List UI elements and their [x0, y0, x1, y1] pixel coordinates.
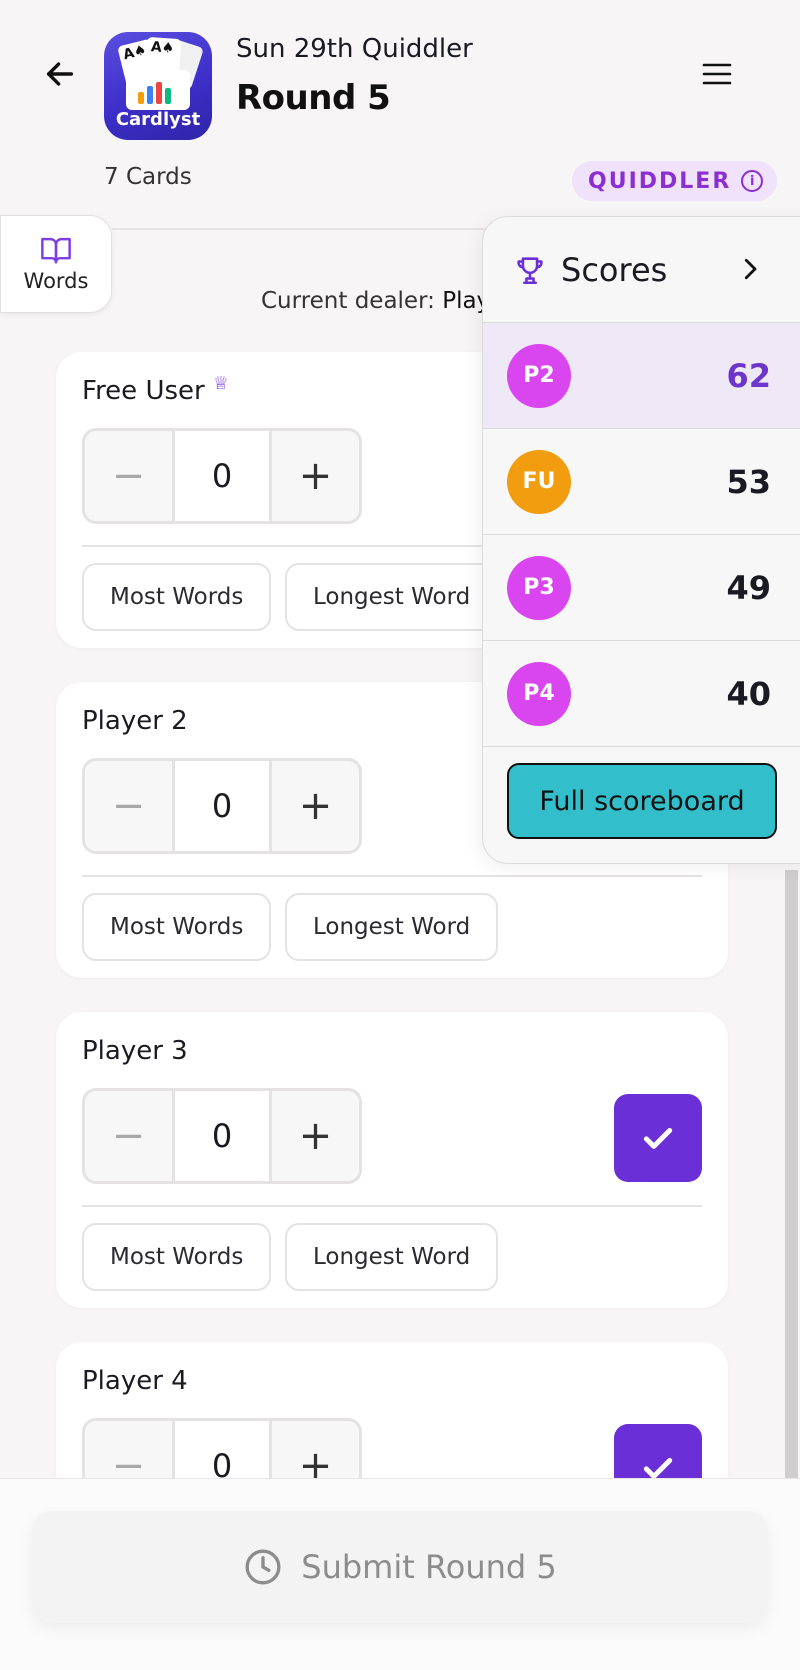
book-open-icon: [41, 237, 71, 264]
game-title: Sun 29th Quiddler: [236, 34, 473, 64]
divider: [82, 1205, 702, 1207]
words-tab-label: Words: [23, 269, 89, 293]
increment-button[interactable]: +: [269, 761, 359, 851]
full-scoreboard-button[interactable]: Full scoreboard: [507, 763, 777, 839]
scrollbar[interactable]: [785, 870, 798, 1480]
score-row: P3 49: [483, 535, 800, 641]
player-name: Player 2: [82, 706, 188, 736]
player-name-text: Player 4: [82, 1366, 188, 1396]
most-words-chip[interactable]: Most Words: [82, 1223, 272, 1291]
score-value: 53: [726, 462, 771, 501]
score-row: FU 53: [483, 429, 800, 535]
decrement-button[interactable]: −: [85, 431, 175, 521]
score-value: 40: [726, 674, 771, 713]
words-tab[interactable]: Words: [0, 215, 112, 313]
player-name-text: Player 2: [82, 706, 188, 736]
crown-icon: ♕: [212, 372, 229, 394]
arrow-left-icon: [46, 62, 74, 86]
increment-button[interactable]: +: [269, 1091, 359, 1181]
player-name-text: Player 3: [82, 1036, 188, 1066]
most-words-chip[interactable]: Most Words: [82, 563, 272, 631]
divider: [112, 228, 532, 230]
score-stepper: − 0 +: [82, 1088, 362, 1184]
score-value: 49: [726, 568, 771, 607]
game-type-badge[interactable]: QUIDDLER i: [572, 161, 778, 201]
longest-word-chip[interactable]: Longest Word: [285, 563, 499, 631]
checkmark-icon: [643, 1128, 673, 1149]
longest-word-chip[interactable]: Longest Word: [285, 1223, 499, 1291]
confirm-score-button[interactable]: [614, 1094, 702, 1182]
submit-round-label: Submit Round 5: [301, 1548, 557, 1586]
avatar: FU: [507, 449, 571, 514]
submit-round-button[interactable]: Submit Round 5: [32, 1511, 768, 1623]
app-logo: A♠ A♠ Cardlyst: [104, 32, 212, 140]
score-input[interactable]: 0: [175, 431, 269, 521]
player-name: Player 4: [82, 1366, 188, 1396]
clock-icon: [245, 1549, 281, 1585]
app-logo-text: Cardlyst: [115, 109, 201, 130]
score-row: P2 62: [483, 323, 800, 429]
player-name: Free User ♕: [82, 372, 229, 407]
round-title: Round 5: [236, 78, 391, 118]
avatar: P2: [507, 343, 571, 408]
trophy-icon: [517, 256, 543, 284]
bottom-bar: Submit Round 5: [0, 1478, 800, 1670]
scores-panel: Scores P2 62 FU 53 P3 49 P4 40 Full scor…: [482, 216, 800, 864]
info-icon: i: [741, 170, 764, 192]
dealer-prefix: Current dealer:: [261, 288, 435, 314]
player-name: Player 3: [82, 1036, 188, 1066]
scores-title: Scores: [561, 250, 668, 289]
chevron-right-icon: [744, 258, 757, 280]
back-button[interactable]: [38, 52, 82, 96]
game-type-label: QUIDDLER: [588, 168, 732, 194]
score-value: 62: [726, 356, 771, 395]
score-stepper: − 0 +: [82, 758, 362, 854]
hamburger-menu-icon: [702, 63, 732, 85]
most-words-chip[interactable]: Most Words: [82, 893, 272, 961]
player-card-player-3: Player 3 − 0 + Most Words Longest Word: [56, 1012, 728, 1308]
cards-count: 7 Cards: [104, 164, 192, 190]
current-dealer: Current dealer: Play: [261, 288, 490, 314]
scores-header[interactable]: Scores: [483, 217, 800, 323]
menu-button[interactable]: [698, 52, 738, 96]
score-input[interactable]: 0: [175, 1091, 269, 1181]
player-name-text: Free User: [82, 376, 205, 406]
score-stepper: − 0 +: [82, 428, 362, 524]
decrement-button[interactable]: −: [85, 1091, 175, 1181]
score-input[interactable]: 0: [175, 761, 269, 851]
decrement-button[interactable]: −: [85, 761, 175, 851]
header: A♠ A♠ Cardlyst Sun 29th Quiddler Round 5…: [0, 0, 800, 210]
divider: [82, 875, 702, 877]
score-row: P4 40: [483, 641, 800, 747]
increment-button[interactable]: +: [269, 431, 359, 521]
longest-word-chip[interactable]: Longest Word: [285, 893, 499, 961]
avatar: P3: [507, 555, 571, 620]
avatar: P4: [507, 661, 571, 726]
